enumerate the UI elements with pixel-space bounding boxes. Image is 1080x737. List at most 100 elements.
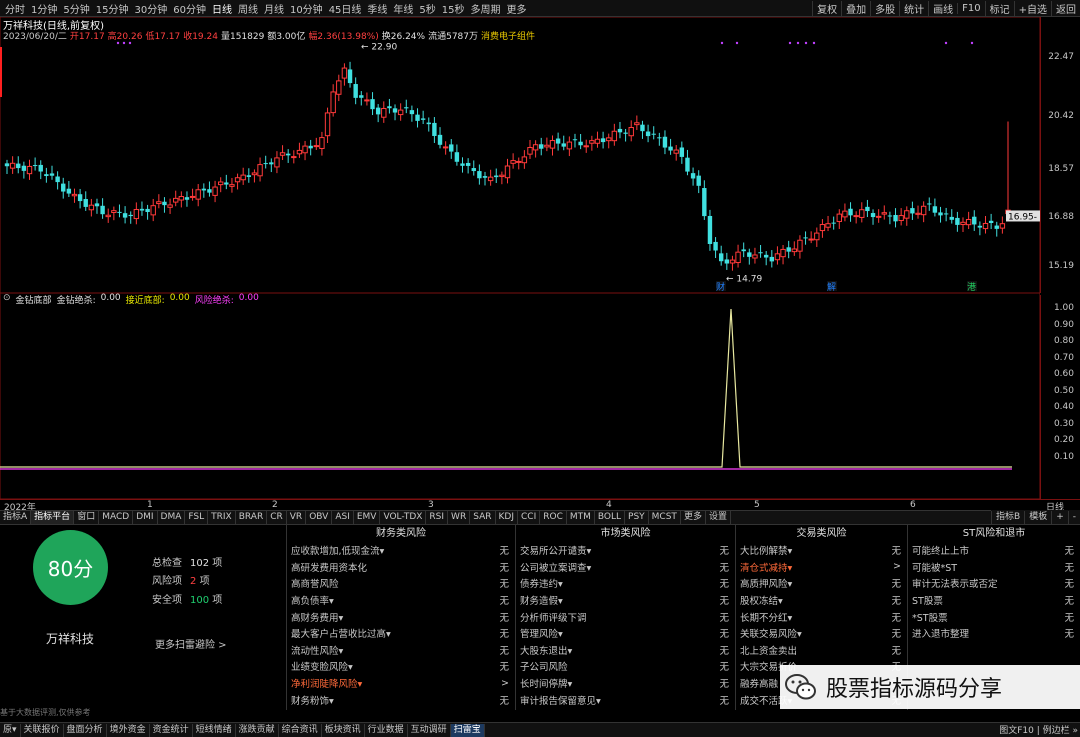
risk-row[interactable]: 净利润陡降风险▾ > <box>287 675 515 692</box>
indicator-tab[interactable]: 指标平台 <box>31 511 75 524</box>
period-tab[interactable]: 更多 <box>504 1 530 16</box>
period-tab[interactable]: 15秒 <box>439 1 468 16</box>
indicator-tab[interactable]: BOLL <box>595 511 626 524</box>
risk-row[interactable]: 股权冻结▾ 无 <box>736 592 907 609</box>
period-tab[interactable]: 10分钟 <box>287 1 326 16</box>
period-tab[interactable]: 周线 <box>235 1 261 16</box>
risk-row[interactable]: 可能被*ST 无 <box>908 559 1080 576</box>
risk-row[interactable]: 长时间停牌▾ 无 <box>516 675 735 692</box>
more-scan-link[interactable]: 更多扫雷避险 > <box>155 636 227 651</box>
bottom-tab[interactable]: 短线情绪 <box>193 723 236 737</box>
indicator-tab[interactable]: MCST <box>649 511 681 524</box>
indicator-tab[interactable]: ASI <box>332 511 354 524</box>
indicator-tab[interactable]: ROC <box>540 511 567 524</box>
indicator-tab[interactable]: VR <box>287 511 307 524</box>
period-tab[interactable]: 30分钟 <box>131 1 170 16</box>
indicator-chart[interactable] <box>0 293 1040 499</box>
period-tab[interactable]: 60分钟 <box>170 1 209 16</box>
bottom-tab[interactable]: 盘面分析 <box>64 723 107 737</box>
indicator-tab-right[interactable]: 指标B <box>991 510 1024 524</box>
risk-row[interactable]: 可能终止上市 无 <box>908 542 1080 559</box>
bottom-tab[interactable]: 涨跌贡献 <box>236 723 279 737</box>
risk-row[interactable]: 大比例解禁▾ 无 <box>736 542 907 559</box>
toolbar-button[interactable]: 叠加 <box>841 1 870 16</box>
bottom-tab[interactable]: 资金统计 <box>150 723 193 737</box>
indicator-tab-right[interactable]: + <box>1051 510 1068 524</box>
candlestick-chart[interactable]: ← 22.90 ← 14.79 16.95- 财 解 港 <box>0 17 1040 295</box>
indicator-tab[interactable]: FSL <box>185 511 209 524</box>
indicator-tab[interactable]: 窗口 <box>74 511 100 524</box>
bottom-tab[interactable]: 关联报价 <box>21 723 64 737</box>
risk-row[interactable]: 关联交易风险▾ 无 <box>736 625 907 642</box>
risk-row[interactable]: 高负债率▾ 无 <box>287 592 515 609</box>
risk-row[interactable]: 最大客户占营收比过高▾ 无 <box>287 625 515 642</box>
toolbar-button[interactable]: 画线 <box>928 1 957 16</box>
indicator-tab[interactable]: WR <box>448 511 471 524</box>
indicator-tab[interactable]: OBV <box>306 511 333 524</box>
period-tab[interactable]: 5分钟 <box>60 1 92 16</box>
risk-row[interactable]: 业绩变脸风险▾ 无 <box>287 658 515 675</box>
toolbar-button[interactable]: +自选 <box>1013 1 1051 16</box>
period-tab[interactable]: 日线 <box>209 1 235 16</box>
bottom-tab[interactable]: 原▾ <box>0 723 21 737</box>
period-tab[interactable]: 多周期 <box>468 1 504 16</box>
indicator-tab-right[interactable]: - <box>1067 510 1080 524</box>
indicator-tab[interactable]: MACD <box>99 511 134 524</box>
risk-row[interactable]: 公司被立案调查▾ 无 <box>516 559 735 576</box>
risk-row[interactable]: 分析师评级下调 无 <box>516 608 735 625</box>
bottom-tab[interactable]: 综合资讯 <box>279 723 322 737</box>
bottom-tab[interactable]: 板块资讯 <box>322 723 365 737</box>
period-tab[interactable]: 1分钟 <box>28 1 60 16</box>
risk-row[interactable]: 财务造假▾ 无 <box>516 592 735 609</box>
risk-row[interactable]: 大股东退出▾ 无 <box>516 642 735 659</box>
indicator-tab[interactable]: SAR <box>470 511 496 524</box>
risk-row[interactable]: 审计无法表示或否定 无 <box>908 575 1080 592</box>
indicator-tab[interactable]: EMV <box>354 511 381 524</box>
indicator-tab[interactable]: TRIX <box>208 511 236 524</box>
risk-row[interactable]: 北上资金卖出 无 <box>736 642 907 659</box>
indicator-tab[interactable]: BRAR <box>236 511 268 524</box>
risk-row[interactable]: 应收款增加,低现金流▾ 无 <box>287 542 515 559</box>
indicator-tab[interactable]: 指标A <box>0 511 32 524</box>
indicator-tab[interactable]: DMI <box>133 511 158 524</box>
indicator-tab[interactable]: MTM <box>567 511 595 524</box>
period-tab[interactable]: 15分钟 <box>93 1 132 16</box>
risk-row[interactable]: 交易所公开谴责▾ 无 <box>516 542 735 559</box>
quote-sector[interactable]: 消费电子组件 <box>481 29 535 42</box>
risk-row[interactable]: 进入退市整理 无 <box>908 625 1080 642</box>
indicator-settings-icon[interactable]: ⊙ <box>3 293 11 305</box>
bottom-tab[interactable]: 扫雷宝 <box>450 723 485 737</box>
toolbar-button[interactable]: 统计 <box>899 1 928 16</box>
indicator-tab[interactable]: PSY <box>625 511 649 524</box>
indicator-tab-right[interactable]: 模板 <box>1024 510 1051 524</box>
toolbar-button[interactable]: F10 <box>957 3 984 14</box>
bottom-tab[interactable]: 互动调研 <box>408 723 451 737</box>
toolbar-button[interactable]: 返回 <box>1051 1 1080 16</box>
risk-row[interactable]: 高研发费用资本化 无 <box>287 559 515 576</box>
indicator-tab[interactable]: DMA <box>158 511 186 524</box>
period-tab[interactable]: 月线 <box>261 1 287 16</box>
period-tab[interactable]: 分时 <box>2 1 28 16</box>
toolbar-button[interactable]: 复权 <box>812 1 841 16</box>
risk-row[interactable]: 子公司风险 无 <box>516 658 735 675</box>
period-tab[interactable]: 45日线 <box>326 1 365 16</box>
indicator-tab[interactable]: VOL-TDX <box>380 511 427 524</box>
risk-row[interactable]: ST股票 无 <box>908 592 1080 609</box>
risk-row[interactable]: 高商誉风险 无 <box>287 575 515 592</box>
bottom-tab[interactable]: 境外资金 <box>107 723 150 737</box>
risk-row[interactable]: *ST股票 无 <box>908 608 1080 625</box>
risk-row[interactable]: 财务粉饰▾ 无 <box>287 691 515 708</box>
bottom-tab[interactable]: 行业数据 <box>365 723 408 737</box>
risk-row[interactable]: 清仓式减持▾ > <box>736 559 907 576</box>
toolbar-button[interactable]: 多股 <box>870 1 899 16</box>
risk-row[interactable]: 流动性风险▾ 无 <box>287 642 515 659</box>
bottom-right-links[interactable]: 图文F10 | 例边栏 » <box>999 723 1078 736</box>
indicator-tab[interactable]: CR <box>267 511 287 524</box>
toolbar-button[interactable]: 标记 <box>984 1 1014 16</box>
risk-row[interactable]: 审计报告保留意见▾ 无 <box>516 691 735 708</box>
risk-row[interactable]: 债券违约▾ 无 <box>516 575 735 592</box>
indicator-tab[interactable]: 更多 <box>681 511 706 524</box>
risk-row[interactable]: 长期不分红▾ 无 <box>736 608 907 625</box>
indicator-tab[interactable]: CCI <box>518 511 541 524</box>
risk-row[interactable]: 高质押风险▾ 无 <box>736 575 907 592</box>
